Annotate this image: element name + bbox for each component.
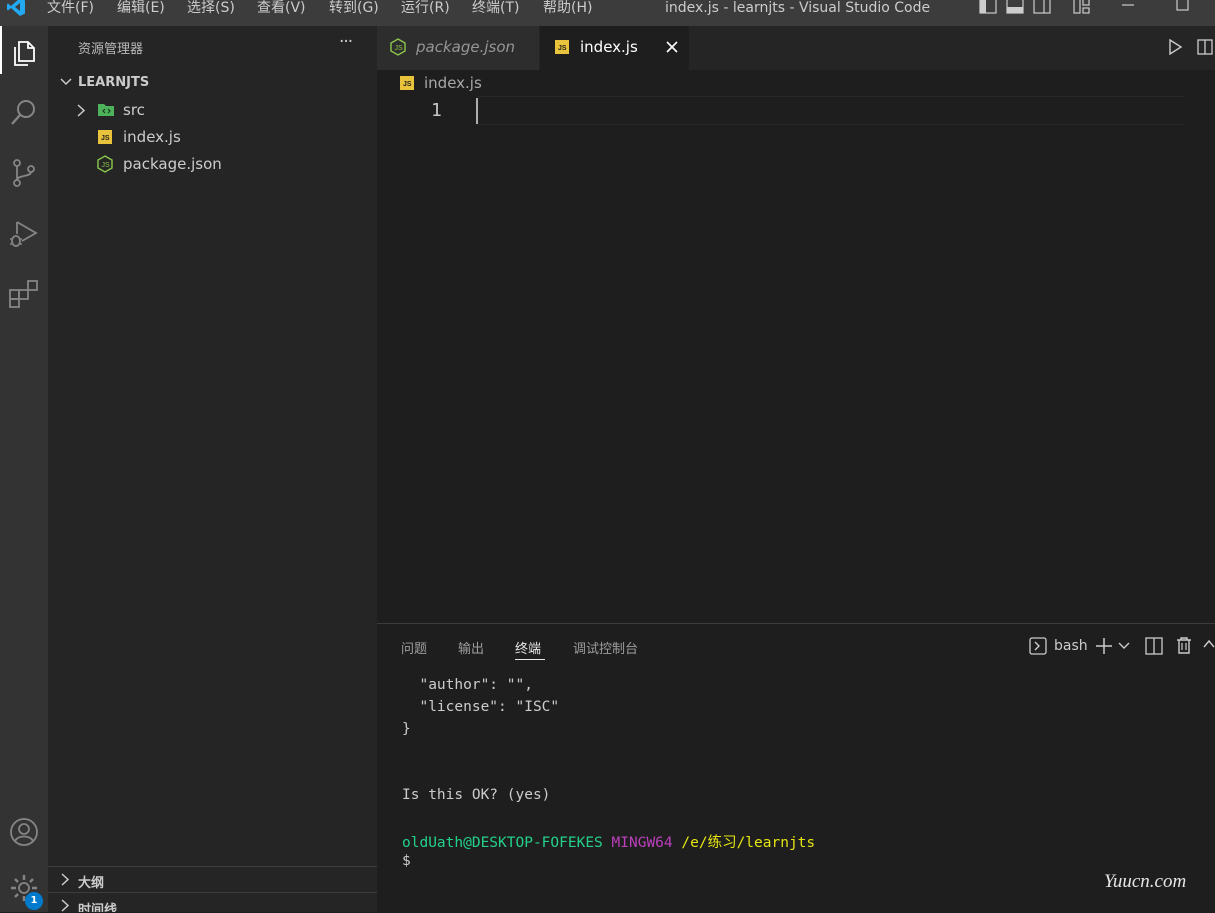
toggle-panel-icon[interactable] [1006, 0, 1024, 15]
source-control-icon[interactable] [0, 149, 48, 197]
account-icon[interactable] [0, 808, 48, 856]
tree-item-label: package.json [123, 155, 222, 173]
sidebar-title: 资源管理器 [78, 42, 144, 57]
breadcrumb-item[interactable]: index.js [424, 74, 482, 92]
trash-icon[interactable] [1176, 636, 1192, 654]
outline-label: 大纲 [78, 876, 105, 891]
timeline-section[interactable]: 时间线 [48, 893, 377, 912]
explorer-icon[interactable] [0, 29, 48, 77]
run-debug-icon[interactable] [0, 209, 48, 257]
prompt-symbol: $ [402, 853, 411, 869]
title-bar: 文件(F) 编辑(E) 选择(S) 查看(V) 转到(G) 运行(R) 终端(T… [0, 0, 1215, 26]
outline-section[interactable]: 大纲 [48, 867, 377, 891]
node-json-icon: JS [97, 155, 113, 173]
shell-selector[interactable]: bash [1054, 638, 1088, 654]
terminal-output[interactable]: "author": "", "license": "ISC" } Is this… [377, 672, 1215, 913]
svg-text:JS: JS [102, 162, 111, 169]
terminal-prompt: oldUath@DESKTOP-FOFEKES MINGW64 /e/练习/le… [402, 831, 815, 852]
active-tab-underline [515, 659, 545, 660]
split-terminal-icon[interactable] [1145, 637, 1163, 655]
tab-terminal[interactable]: 终端 [515, 638, 541, 657]
prompt-user: oldUath@DESKTOP-FOFEKES [402, 835, 603, 851]
js-file-icon: JS [98, 130, 112, 144]
tab-debug-console[interactable]: 调试控制台 [573, 638, 638, 657]
breadcrumb: JS index.js [377, 70, 1215, 96]
tab-label: index.js [580, 38, 638, 56]
maximize-icon[interactable] [1176, 0, 1190, 13]
notification-badge: 1 [25, 892, 43, 910]
code-editor[interactable] [477, 96, 1184, 623]
menu-terminal[interactable]: 终端(T) [472, 0, 519, 26]
workspace-root-label: LEARNJTS [78, 75, 150, 90]
toggle-secondary-sidebar-icon[interactable] [1033, 0, 1051, 15]
add-terminal-icon[interactable] [1095, 637, 1113, 655]
workspace-root[interactable]: LEARNJTS [48, 69, 377, 95]
tab-package-json[interactable]: JS package.json [377, 26, 539, 70]
line-number: 1 [431, 100, 442, 121]
chevron-down-icon [60, 78, 72, 86]
extensions-icon[interactable] [0, 269, 48, 317]
menu-edit[interactable]: 编辑(E) [117, 0, 165, 26]
activity-bar: 1 [0, 26, 48, 912]
chevron-down-icon[interactable] [1118, 642, 1130, 650]
tree-item-src[interactable]: src [48, 97, 377, 123]
terminal-icon [1029, 637, 1047, 655]
tree-item-package-json[interactable]: JS package.json [48, 151, 377, 177]
menu-file[interactable]: 文件(F) [47, 0, 94, 26]
minimize-icon[interactable] [1122, 4, 1136, 8]
toggle-sidebar-icon[interactable] [979, 0, 997, 15]
prompt-env: MINGW64 [611, 835, 673, 851]
editor-tabs: JS package.json JS index.js [377, 26, 1215, 70]
svg-text:JS: JS [395, 45, 404, 52]
tab-problems[interactable]: 问题 [401, 638, 427, 657]
window-title: index.js - learnjts - Visual Studio Code [665, 0, 931, 16]
bottom-panel: 问题 输出 终端 调试控制台 bash "author": "", "licen… [377, 623, 1215, 912]
manage-gear-icon[interactable]: 1 [0, 864, 48, 912]
tree-item-index-js[interactable]: JS index.js [48, 124, 377, 150]
split-editor-icon[interactable] [1197, 39, 1213, 55]
js-file-icon: JS [400, 76, 414, 90]
close-icon[interactable] [666, 41, 678, 53]
watermark: Yuucn.com [1104, 871, 1187, 892]
explorer-sidebar: 资源管理器 ··· LEARNJTS src JS index.js JS pa… [48, 26, 377, 912]
more-actions-icon[interactable]: ··· [339, 32, 353, 52]
menu-view[interactable]: 查看(V) [257, 0, 306, 26]
terminal-line: } [402, 721, 411, 737]
menu-selection[interactable]: 选择(S) [187, 0, 235, 26]
chevron-right-icon [61, 899, 70, 912]
search-icon[interactable] [0, 89, 48, 137]
chevron-right-icon [77, 104, 86, 117]
terminal-line: Is this OK? (yes) [402, 787, 551, 803]
terminal-line: "license": "ISC" [402, 699, 560, 715]
tree-item-label: index.js [123, 128, 181, 146]
menu-run[interactable]: 运行(R) [401, 0, 450, 26]
folder-icon [98, 104, 114, 116]
tab-label: package.json [416, 38, 516, 56]
menu-help[interactable]: 帮助(H) [543, 0, 592, 26]
chevron-right-icon [61, 873, 70, 886]
tab-index-js[interactable]: JS index.js [540, 26, 689, 70]
js-file-icon: JS [555, 40, 569, 54]
maximize-panel-icon[interactable] [1203, 639, 1215, 649]
terminal-line: "author": "", [402, 677, 533, 693]
tab-output[interactable]: 输出 [458, 638, 484, 657]
tree-item-label: src [123, 101, 145, 119]
run-file-icon[interactable] [1167, 39, 1183, 55]
menu-go[interactable]: 转到(G) [329, 0, 379, 26]
node-json-icon: JS [390, 38, 406, 56]
prompt-path: /e/练习/learnjts [681, 835, 816, 851]
vscode-logo-icon [7, 0, 25, 16]
timeline-label: 时间线 [78, 903, 118, 912]
customize-layout-icon[interactable] [1073, 0, 1091, 15]
